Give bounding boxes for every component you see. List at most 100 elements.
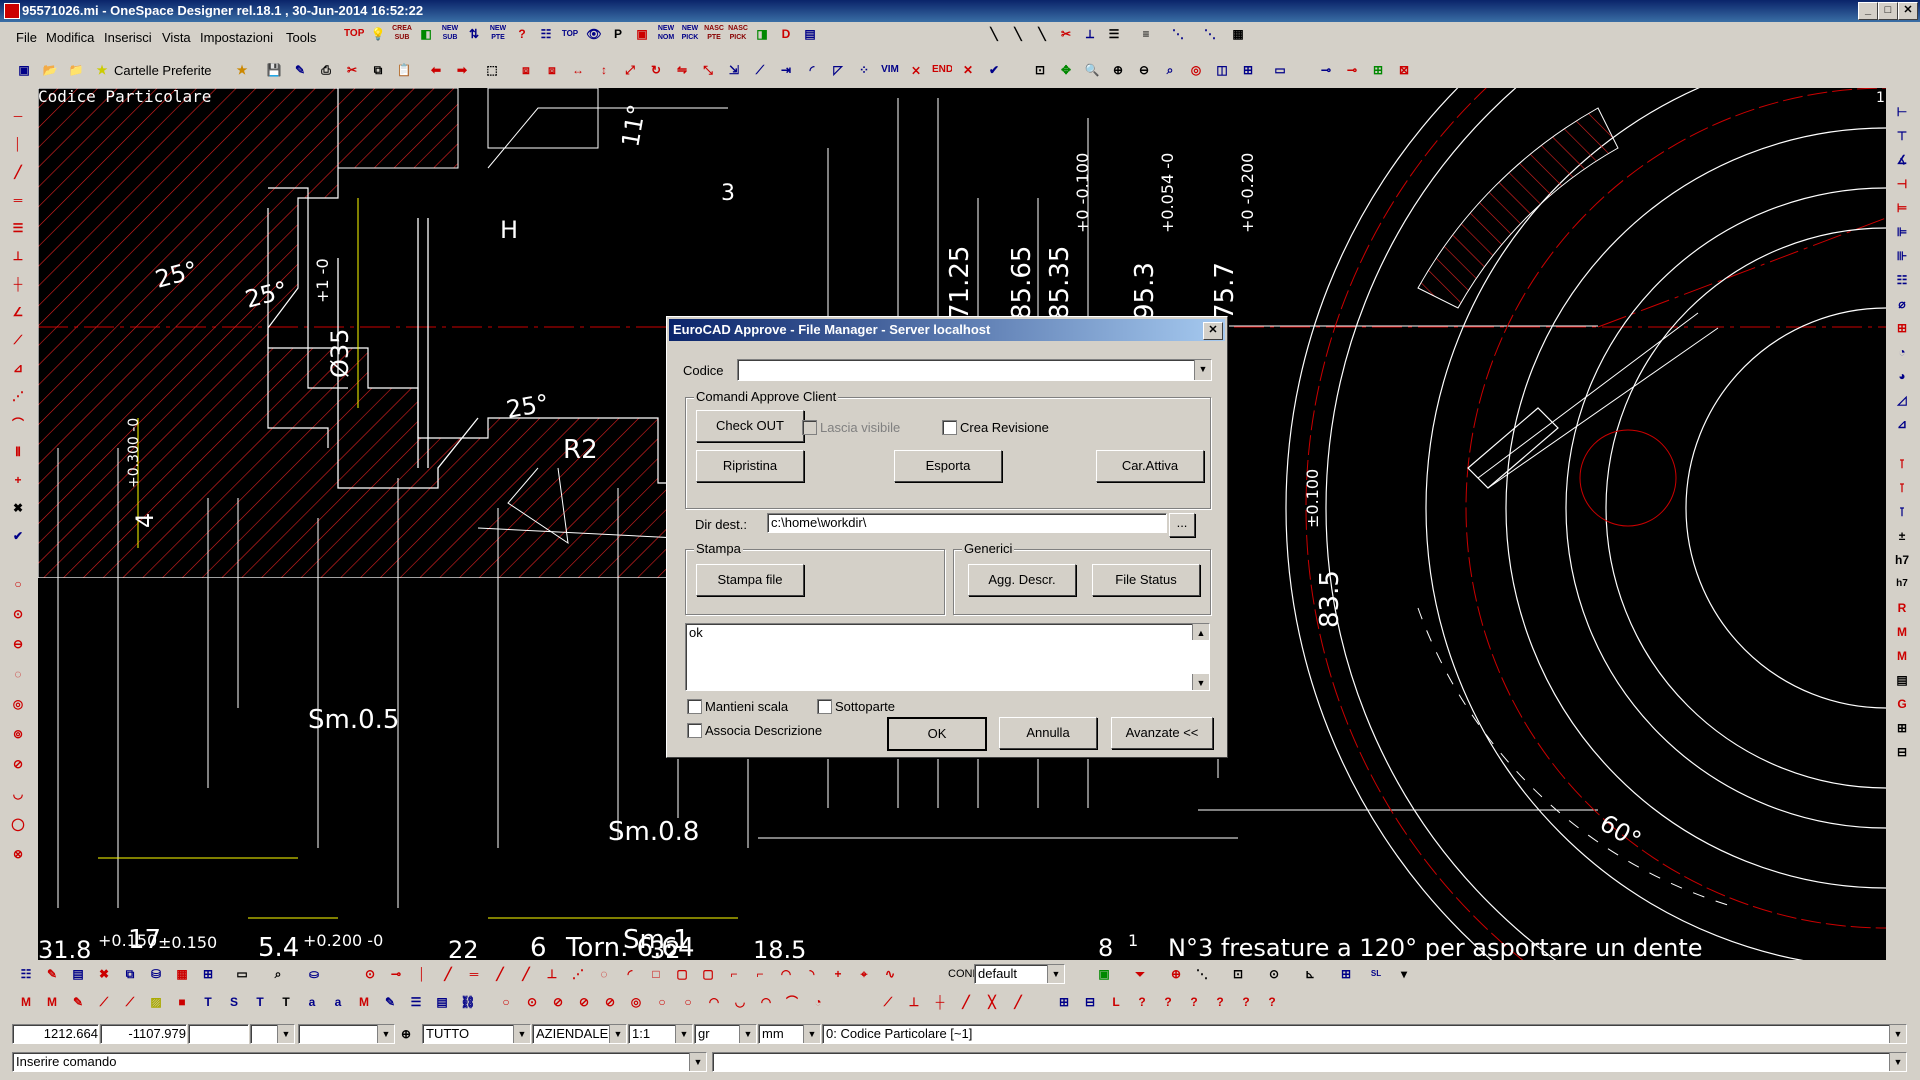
line-h-icon[interactable]: ─ bbox=[8, 106, 28, 126]
table-icon[interactable]: ⊞ bbox=[1892, 718, 1912, 738]
text-box-icon[interactable]: ▤ bbox=[432, 992, 452, 1012]
part-select[interactable]: 0: Codice Particolare [~1] ▼ bbox=[822, 1024, 1907, 1044]
chevron-down-icon[interactable]: ▼ bbox=[1194, 360, 1211, 380]
paste-icon[interactable]: 📋 bbox=[394, 60, 414, 80]
close-window-button[interactable]: ✕ bbox=[1898, 2, 1918, 20]
layers-i-icon[interactable]: ? bbox=[1262, 992, 1282, 1012]
minimize-button[interactable]: _ bbox=[1858, 2, 1878, 20]
line3-icon[interactable]: ╲ bbox=[1032, 24, 1052, 44]
crea-revisione-checkbox[interactable] bbox=[942, 420, 957, 435]
star-icon[interactable]: ★ bbox=[92, 60, 112, 80]
favorites-dropdown[interactable]: Cartelle Preferite bbox=[114, 63, 212, 78]
part-view-icon[interactable]: ▭ bbox=[232, 964, 252, 984]
cut-icon[interactable]: ✂ bbox=[342, 60, 362, 80]
text-big-t-icon[interactable]: T bbox=[276, 992, 296, 1012]
chevron-down-icon[interactable]: ▼ bbox=[689, 1053, 706, 1071]
snap-mode-icon[interactable]: ⋱ bbox=[1192, 964, 1212, 984]
geo-slope3-icon[interactable]: ╱ bbox=[516, 964, 536, 984]
associa-descrizione-checkbox[interactable] bbox=[687, 723, 702, 738]
help-icon[interactable]: ? bbox=[512, 24, 532, 44]
dim-parallel-icon[interactable]: ⊣ bbox=[1892, 174, 1912, 194]
codice-combobox[interactable]: ▼ bbox=[737, 359, 1212, 381]
open-folder-icon[interactable]: 📂 bbox=[40, 60, 60, 80]
array-icon[interactable]: ⁘ bbox=[854, 60, 874, 80]
color-select[interactable]: ▼ bbox=[250, 1024, 295, 1044]
line-v-icon[interactable]: │ bbox=[8, 134, 28, 154]
filter-down-icon[interactable]: ⏷ bbox=[1130, 964, 1150, 984]
grid-off-icon[interactable]: ⊠ bbox=[1394, 60, 1414, 80]
text-link-icon[interactable]: ⛓ bbox=[458, 992, 478, 1012]
line-parallel-icon[interactable]: ═ bbox=[8, 190, 28, 210]
chevron-down-icon[interactable]: ▼ bbox=[1889, 1053, 1906, 1071]
arc-icon[interactable]: ◡ bbox=[8, 784, 28, 804]
construct-c-icon[interactable]: ┼ bbox=[930, 992, 950, 1012]
arc-c-icon[interactable]: ◠ bbox=[756, 992, 776, 1012]
hatch-lines-icon[interactable]: ⦀ bbox=[8, 442, 28, 462]
zoom-in-icon[interactable]: ⊕ bbox=[1108, 60, 1128, 80]
lascia-visibile-checkbox[interactable] bbox=[802, 420, 817, 435]
nasc-pte-icon[interactable]: NASC PTE bbox=[704, 24, 724, 44]
roughness-icon[interactable]: R bbox=[1892, 598, 1912, 618]
zoom-extents-icon[interactable]: ⌕ bbox=[1160, 60, 1180, 80]
text-abc2-icon[interactable]: a bbox=[328, 992, 348, 1012]
text-list-icon[interactable]: ☰ bbox=[406, 992, 426, 1012]
chevron-down-icon[interactable]: ▼ bbox=[1889, 1025, 1906, 1043]
add-favorite-icon[interactable]: ★ bbox=[232, 60, 252, 80]
nasc-pick-icon[interactable]: NASC PICK bbox=[728, 24, 748, 44]
part-hatch-icon[interactable]: ▦ bbox=[172, 964, 192, 984]
remove-dimension-icon[interactable]: ⊸ bbox=[1342, 60, 1362, 80]
layers-e-icon[interactable]: ? bbox=[1158, 992, 1178, 1012]
viewport-icon[interactable]: ◫ bbox=[1212, 60, 1232, 80]
line-icon[interactable]: ╲ bbox=[984, 24, 1004, 44]
pan-icon[interactable]: ✥ bbox=[1056, 60, 1076, 80]
chevron-down-icon[interactable]: ▼ bbox=[277, 1025, 294, 1043]
document-icon[interactable]: ▣ bbox=[14, 60, 34, 80]
ripristina-button[interactable]: Ripristina bbox=[696, 450, 804, 482]
rotate-icon[interactable]: ↻ bbox=[646, 60, 666, 80]
dim-arc-icon[interactable]: ◕ bbox=[1892, 366, 1912, 386]
dim-chain-icon[interactable]: ⊨ bbox=[1892, 198, 1912, 218]
log-textarea[interactable]: ok ▲ ▼ bbox=[685, 623, 1210, 691]
circle-d-icon[interactable]: ⊘ bbox=[574, 992, 594, 1012]
view-settings-icon[interactable]: ⊞ bbox=[1238, 60, 1258, 80]
dim-radius-icon[interactable]: ◔ bbox=[1892, 342, 1912, 362]
confirm-check-icon[interactable]: ✔ bbox=[984, 60, 1004, 80]
circle-h-icon[interactable]: ○ bbox=[678, 992, 698, 1012]
line-diag-icon[interactable]: ╱ bbox=[8, 162, 28, 182]
part-grid-icon[interactable]: ⊞ bbox=[198, 964, 218, 984]
arc-e-icon[interactable]: ◔ bbox=[808, 992, 828, 1012]
text-edit-icon[interactable]: ✎ bbox=[68, 992, 88, 1012]
geo-corner-icon[interactable]: ⌐ bbox=[724, 964, 744, 984]
plus-minus-icon[interactable]: ± bbox=[1892, 526, 1912, 546]
layers-icon[interactable]: ▤ bbox=[800, 24, 820, 44]
chevron-down-icon[interactable]: ▼ bbox=[609, 1025, 626, 1043]
circle-2pt-icon[interactable]: ◯ bbox=[8, 814, 28, 834]
dim-h-icon[interactable]: ⊢ bbox=[1892, 102, 1912, 122]
bisector-icon[interactable]: ⊿ bbox=[8, 358, 28, 378]
lib-dropdown-icon[interactable]: ▾ bbox=[1394, 964, 1414, 984]
agg-descr-button[interactable]: Agg. Descr. bbox=[968, 564, 1076, 596]
circle-b-icon[interactable]: ⊙ bbox=[522, 992, 542, 1012]
browse-button[interactable]: ... bbox=[1169, 513, 1195, 537]
nav-left-icon[interactable]: ◧ bbox=[416, 24, 436, 44]
delete-all-icon[interactable]: ⨯ bbox=[906, 60, 926, 80]
layers-d-icon[interactable]: ? bbox=[1132, 992, 1152, 1012]
grid-icon[interactable]: ⊞ bbox=[1368, 60, 1388, 80]
geo-arc2-icon[interactable]: ◠ bbox=[776, 964, 796, 984]
text-slash2-icon[interactable]: ⟋ bbox=[120, 992, 140, 1012]
fillet-icon[interactable]: ◜ bbox=[802, 60, 822, 80]
dim-stack-icon[interactable]: ☷ bbox=[1892, 270, 1912, 290]
copy-move-icon[interactable]: ⧈ bbox=[542, 60, 562, 80]
scale-select[interactable]: 1:1 ▼ bbox=[628, 1024, 693, 1044]
dim-diameter-icon[interactable]: ⌀ bbox=[1892, 294, 1912, 314]
geo-circle-icon[interactable]: ⊙ bbox=[360, 964, 380, 984]
dim-ordinate-icon[interactable]: ⊪ bbox=[1892, 246, 1912, 266]
lineweight-icon[interactable]: ≡ bbox=[1136, 24, 1156, 44]
angle-unit-select[interactable]: gr ▼ bbox=[694, 1024, 757, 1044]
avanzate-button[interactable]: Avanzate << bbox=[1111, 717, 1213, 749]
new-pte-icon[interactable]: NEW PTE bbox=[488, 24, 508, 44]
arrow-right-icon[interactable]: ➡ bbox=[452, 60, 472, 80]
circle-center-icon[interactable]: ⊙ bbox=[8, 604, 28, 624]
crea-sub-icon[interactable]: CREA SUB bbox=[392, 24, 412, 44]
dimension-icon[interactable]: ⊸ bbox=[1316, 60, 1336, 80]
